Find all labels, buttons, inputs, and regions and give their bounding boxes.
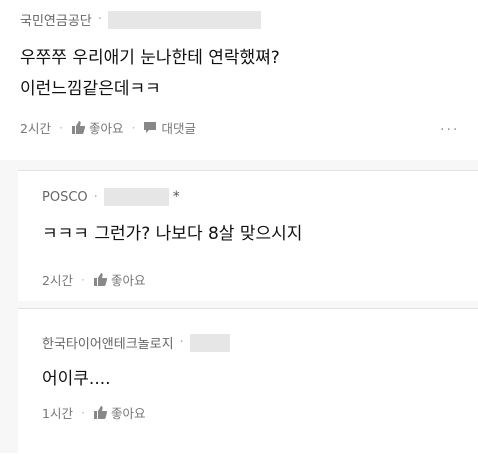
redacted-name bbox=[103, 188, 169, 206]
comment-meta: 2시간 · 좋아요 · 대댓글 bbox=[20, 118, 196, 137]
reply-meta: 1시간 · 좋아요 bbox=[42, 403, 146, 422]
thumbs-up-icon[interactable] bbox=[93, 273, 107, 286]
separator-dot: · bbox=[93, 189, 98, 205]
reply-time: 1시간 bbox=[42, 406, 73, 421]
thumbs-up-icon[interactable] bbox=[71, 121, 85, 134]
author-badge: * bbox=[172, 189, 180, 205]
separator-dot: · bbox=[179, 335, 184, 350]
comment-text-line2: 이런느낌같은데ㅋㅋ bbox=[20, 79, 161, 99]
reply-list: POSCO · * ㅋㅋㅋ 그런가? 나보다 8살 맞으시지 2시간 · 좋아요… bbox=[0, 160, 478, 454]
thumbs-up-icon[interactable] bbox=[93, 406, 107, 419]
redacted-name bbox=[107, 10, 261, 29]
separator-dot: · bbox=[97, 12, 102, 27]
reply-text: 어이쿠.... bbox=[42, 369, 111, 389]
like-button[interactable]: 좋아요 bbox=[111, 270, 146, 289]
reply-button[interactable]: 대댓글 bbox=[161, 118, 196, 137]
comment-text-line1: 우쭈쭈 우리애기 눈나한테 연락했쪄? bbox=[20, 48, 280, 68]
comment-author[interactable]: 국민연금공단 bbox=[20, 10, 92, 29]
reply-header: 한국타이어앤테크놀로지 · bbox=[42, 333, 230, 352]
comment: 국민연금공단 · 우쭈쭈 우리애기 눈나한테 연락했쪄? 이런느낌같은데ㅋㅋ 2… bbox=[0, 0, 478, 160]
like-button[interactable]: 좋아요 bbox=[111, 403, 146, 422]
speech-bubble-icon[interactable] bbox=[143, 121, 157, 134]
reply-text: ㅋㅋㅋ 그런가? 나보다 8살 맞으시지 bbox=[42, 224, 303, 244]
reply-header: POSCO · * bbox=[42, 188, 180, 206]
reply-author[interactable]: 한국타이어앤테크놀로지 bbox=[42, 333, 174, 352]
reply-item: 한국타이어앤테크놀로지 · 어이쿠.... 1시간 · 좋아요 bbox=[18, 308, 478, 454]
reply-meta: 2시간 · 좋아요 bbox=[42, 270, 146, 289]
comment-header: 국민연금공단 · bbox=[20, 10, 261, 29]
redacted-name bbox=[189, 333, 230, 352]
reply-time: 2시간 bbox=[42, 273, 73, 288]
more-options-icon[interactable]: ··· bbox=[440, 122, 459, 138]
reply-author[interactable]: POSCO bbox=[42, 190, 88, 205]
like-button[interactable]: 좋아요 bbox=[89, 118, 124, 137]
comment-time: 2시간 bbox=[20, 121, 51, 136]
reply-item: POSCO · * ㅋㅋㅋ 그런가? 나보다 8살 맞으시지 2시간 · 좋아요 bbox=[18, 170, 478, 301]
